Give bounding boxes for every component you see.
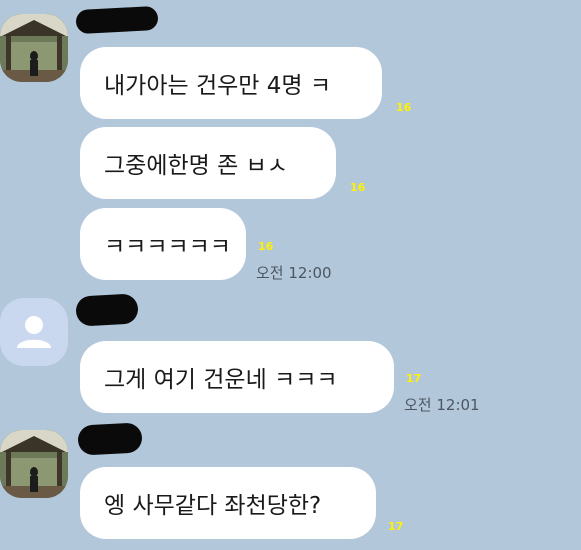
unread-count: 17 bbox=[388, 520, 404, 533]
message-bubble-4[interactable]: 그게 여기 건운네 ㅋㅋㅋ bbox=[80, 341, 394, 413]
sender-avatar-1[interactable] bbox=[0, 14, 68, 82]
sender-avatar-2[interactable] bbox=[0, 298, 68, 366]
message-bubble-2[interactable]: 그중에한명 존 ㅂㅅ bbox=[80, 127, 336, 199]
profile-photo-icon bbox=[0, 430, 68, 498]
unread-count: 17 bbox=[406, 372, 422, 385]
redacted-sender-name-2 bbox=[75, 293, 139, 327]
profile-photo-icon bbox=[0, 14, 68, 82]
message-text: 그게 여기 건운네 ㅋㅋㅋ bbox=[104, 367, 338, 393]
redacted-sender-name-3 bbox=[77, 422, 143, 456]
message-timestamp: 오전 12:00 bbox=[256, 264, 332, 282]
default-person-icon bbox=[17, 316, 51, 348]
sender-avatar-3[interactable] bbox=[0, 430, 68, 498]
message-bubble-5[interactable]: 엥 사무같다 좌천당한? bbox=[80, 467, 376, 539]
message-text: 내가아는 건우만 4명 ㅋ bbox=[104, 73, 332, 99]
message-text: 엥 사무같다 좌천당한? bbox=[104, 493, 322, 519]
unread-count: 16 bbox=[396, 101, 412, 114]
unread-count: 16 bbox=[258, 240, 274, 253]
message-bubble-1[interactable]: 내가아는 건우만 4명 ㅋ bbox=[80, 47, 382, 119]
message-text: 그중에한명 존 ㅂㅅ bbox=[104, 153, 288, 179]
message-bubble-3[interactable]: ㅋㅋㅋㅋㅋㅋ bbox=[80, 208, 246, 280]
message-timestamp: 오전 12:01 bbox=[404, 396, 480, 414]
unread-count: 16 bbox=[350, 181, 366, 194]
redacted-sender-name-1 bbox=[75, 5, 159, 35]
message-text: ㅋㅋㅋㅋㅋㅋ bbox=[104, 234, 231, 260]
